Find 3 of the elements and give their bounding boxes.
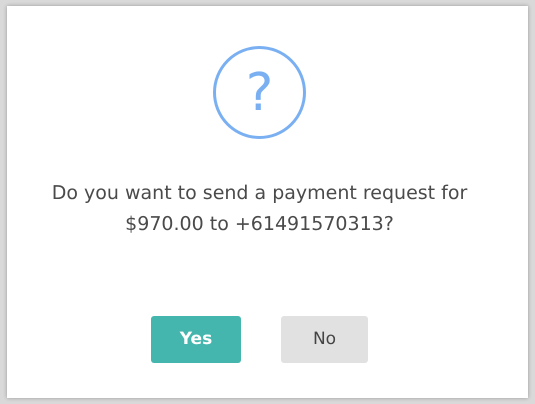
question-icon: ?	[213, 46, 306, 139]
no-button[interactable]: No	[281, 316, 368, 363]
confirmation-message: Do you want to send a payment request for $970.00 to +61491570313?	[50, 181, 468, 237]
